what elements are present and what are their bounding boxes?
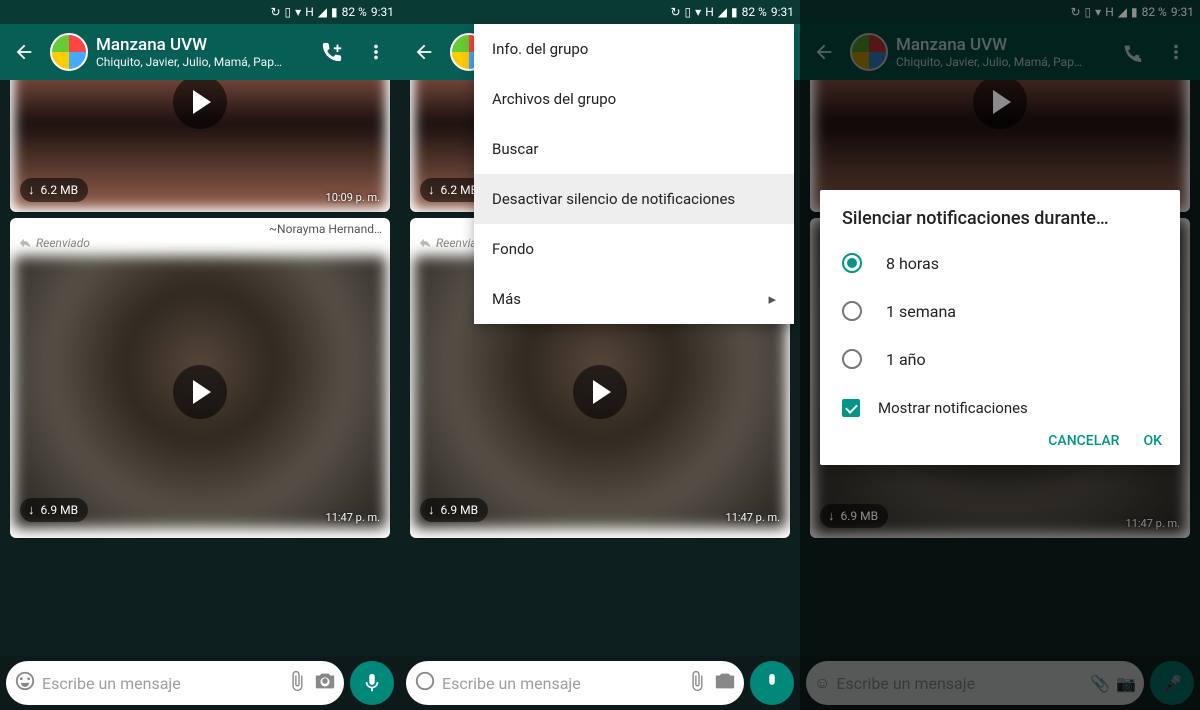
chat-header[interactable]: Manzana UVW Chiquito, Javier, Julio, Mam… — [0, 24, 400, 80]
message-input[interactable] — [42, 674, 280, 693]
sender-name: ~Norayma Hernand… — [269, 222, 382, 236]
attach-icon[interactable] — [286, 670, 308, 696]
option-1y[interactable]: 1 año — [820, 335, 1180, 383]
download-badge[interactable]: 6.9 MB — [20, 498, 88, 522]
dialog-title: Silenciar notificaciones durante… — [820, 208, 1180, 239]
input-bar — [0, 656, 400, 710]
screen-dialog: ↻▯▾ H◢▮ 82 %9:31 Manzana UVW Chiquito, J… — [800, 0, 1200, 710]
status-bar: ↻ ▯ ▾ H ◢ ▮ 82 % 9:31 — [0, 0, 400, 24]
sync-icon: ↻ — [270, 5, 280, 19]
signal-icon: ◢ — [318, 5, 327, 19]
menu-wallpaper[interactable]: Fondo — [474, 224, 794, 274]
vibrate-icon: ▯ — [285, 5, 292, 19]
timestamp: 11:47 p. m. — [326, 511, 380, 524]
group-avatar[interactable] — [50, 33, 88, 71]
cancel-button[interactable]: CANCELAR — [1048, 433, 1119, 449]
message-2[interactable]: ~Norayma Hernand… Reenviado 6.9 MB 11:47… — [10, 218, 390, 538]
overflow-menu: Info. del grupo Archivos del grupo Busca… — [474, 24, 794, 324]
play-icon[interactable] — [173, 365, 227, 419]
mic-button[interactable] — [350, 661, 394, 705]
message-1[interactable]: 6.2 MB 10:09 p. m. — [10, 80, 390, 212]
menu-more[interactable]: Más▸ — [474, 274, 794, 324]
mute-dialog: Silenciar notificaciones durante… 8 hora… — [820, 190, 1180, 465]
option-1w[interactable]: 1 semana — [820, 287, 1180, 335]
menu-media[interactable]: Archivos del grupo — [474, 74, 794, 124]
chat-title-block[interactable]: Manzana UVW Chiquito, Javier, Julio, Mam… — [96, 35, 306, 69]
emoji-icon[interactable] — [14, 670, 36, 696]
chat-subtitle: Chiquito, Javier, Julio, Mamá, Pap… — [96, 55, 306, 69]
overflow-icon[interactable] — [364, 40, 388, 64]
play-icon — [573, 365, 627, 419]
radio-icon — [842, 349, 862, 369]
download-badge[interactable]: 6.2 MB — [20, 178, 88, 202]
battery-icon: ▮ — [331, 5, 338, 19]
add-call-icon[interactable] — [320, 40, 344, 64]
screen-chat: ↻ ▯ ▾ H ◢ ▮ 82 % 9:31 Manzana UVW Chiqui… — [0, 0, 400, 710]
option-8h[interactable]: 8 horas — [820, 239, 1180, 287]
menu-mute[interactable]: Desactivar silencio de notificaciones — [474, 174, 794, 224]
menu-info[interactable]: Info. del grupo — [474, 24, 794, 74]
timestamp: 10:09 p. m. — [326, 191, 380, 204]
forwarded-label: Reenviado — [10, 236, 390, 252]
back-icon[interactable] — [12, 40, 36, 64]
back-icon[interactable] — [412, 40, 436, 64]
chevron-right-icon: ▸ — [768, 290, 776, 308]
message-input-pill[interactable] — [6, 661, 344, 705]
battery-text: 82 % — [342, 5, 367, 19]
clock: 9:31 — [371, 5, 394, 19]
menu-search[interactable]: Buscar — [474, 124, 794, 174]
status-bar: ↻▯▾ H◢▮ 82 %9:31 — [400, 0, 800, 24]
mic-button[interactable] — [750, 661, 794, 705]
screen-menu: ↻▯▾ H◢▮ 82 %9:31 6.2 MB 4 Reenviado 6.9 … — [400, 0, 800, 710]
radio-icon — [842, 301, 862, 321]
message-input[interactable] — [442, 674, 680, 693]
wifi-icon: ▾ — [295, 5, 301, 19]
camera-icon[interactable] — [314, 670, 336, 696]
net-label: H — [305, 5, 314, 19]
chat-area[interactable]: 6.2 MB 10:09 p. m. ~Norayma Hernand… Ree… — [0, 80, 400, 656]
ok-button[interactable]: OK — [1144, 433, 1163, 449]
radio-icon — [842, 253, 862, 273]
checkbox-icon — [842, 399, 860, 417]
chat-title: Manzana UVW — [96, 35, 306, 55]
show-notifications-check[interactable]: Mostrar notificaciones — [820, 383, 1180, 425]
